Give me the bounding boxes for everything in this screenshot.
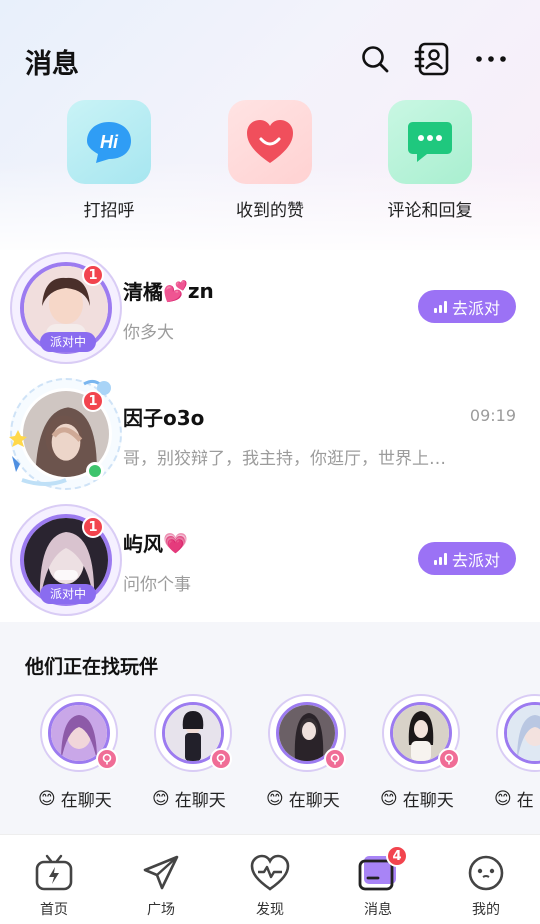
- conversation-row[interactable]: 派对中 1 清橘 💕 zn 你多大 去派对: [0, 244, 540, 370]
- go-party-button[interactable]: 去派对: [418, 290, 516, 323]
- section-title: 他们正在找玩伴: [25, 656, 159, 678]
- face-icon: [464, 851, 508, 895]
- quick-action-label: 打招呼: [83, 201, 135, 221]
- chat-status: 😊 在聊天: [380, 786, 482, 812]
- search-icon[interactable]: [356, 40, 394, 78]
- playmate-item[interactable]: 😊 在: [494, 694, 540, 812]
- smile-emoji-icon: 😊: [494, 788, 512, 809]
- contact-name: 因子o3o: [123, 406, 205, 430]
- svg-text:Hi: Hi: [100, 132, 119, 152]
- quick-action-comments[interactable]: 评论和回复: [370, 100, 490, 221]
- location-pin-icon: [438, 748, 460, 770]
- tab-square[interactable]: 广场: [121, 851, 201, 919]
- tab-label: 我的: [472, 902, 500, 918]
- go-party-label: 去派对: [451, 298, 500, 318]
- audio-bars-icon: [433, 300, 447, 313]
- message-time: 09:19: [469, 406, 516, 425]
- tab-label: 首页: [40, 902, 68, 918]
- quick-action-label: 评论和回复: [387, 201, 473, 221]
- avatar[interactable]: 1: [9, 378, 122, 490]
- party-status-tag: 派对中: [40, 332, 96, 352]
- status-label: 在: [516, 791, 534, 811]
- tab-label: 消息: [364, 902, 392, 918]
- message-preview: 问你个事: [123, 575, 191, 595]
- contact-name-suffix: zn: [187, 278, 214, 303]
- unread-badge: 1: [82, 390, 104, 412]
- conversation-row[interactable]: 1 因子o3o 09:19 哥，别狡辩了，我主持，你逛厅，世界上最远的距离: [0, 370, 540, 496]
- tab-label: 广场: [147, 902, 175, 918]
- chat-status: 😊 在聊天: [152, 786, 254, 812]
- playmate-item[interactable]: 😊 在聊天: [266, 694, 368, 812]
- status-label: 在聊天: [402, 791, 454, 811]
- status-label: 在聊天: [174, 791, 226, 811]
- party-status-tag: 派对中: [40, 584, 96, 604]
- message-icon: 4: [356, 845, 408, 895]
- go-party-label: 去派对: [451, 550, 500, 570]
- smile-emoji-icon: 😊: [380, 788, 398, 809]
- message-preview: 哥，别狡辩了，我主持，你逛厅，世界上最远的距离: [123, 449, 453, 469]
- online-indicator: [86, 462, 104, 480]
- avatar: [40, 694, 118, 772]
- bottom-tab-bar: 首页 广场 发现 4 消息 我的: [0, 834, 540, 924]
- contact-name-text: 清橘: [123, 280, 163, 304]
- smile-emoji-icon: 😊: [266, 788, 284, 809]
- tab-home[interactable]: 首页: [14, 851, 94, 919]
- page-title: 消息: [25, 49, 79, 80]
- smile-emoji-icon: 😊: [152, 788, 170, 809]
- hi-bubble-icon: Hi: [67, 100, 151, 184]
- heart-emoji-icon: 💗: [163, 530, 188, 555]
- playmate-item[interactable]: 😊 在聊天: [152, 694, 254, 812]
- conversation-row[interactable]: 派对中 1 屿风 💗 问你个事 去派对: [0, 496, 540, 622]
- avatar: [268, 694, 346, 772]
- location-pin-icon: [210, 748, 232, 770]
- quick-actions: Hi 打招呼 收到的赞 评论和回复: [0, 100, 540, 230]
- contact-name: 清橘 💕 zn: [123, 276, 214, 305]
- status-label: 在聊天: [60, 791, 112, 811]
- chat-status: 😊 在: [494, 786, 540, 812]
- smile-emoji-icon: 😊: [38, 788, 56, 809]
- contact-name: 屿风 💗: [123, 528, 188, 557]
- location-pin-icon: [96, 748, 118, 770]
- chat-status: 😊 在聊天: [266, 786, 368, 812]
- avatar[interactable]: 派对中 1: [10, 504, 122, 616]
- heart-icon: [228, 100, 312, 184]
- avatar: [382, 694, 460, 772]
- message-preview: 你多大: [123, 323, 174, 343]
- avatar[interactable]: 派对中 1: [10, 252, 122, 364]
- location-pin-icon: [324, 748, 346, 770]
- header: 消息: [0, 0, 540, 100]
- hearts-emoji-icon: 💕: [163, 278, 188, 303]
- unread-badge: 1: [82, 264, 104, 286]
- avatar-frame-decoration-icon: [9, 379, 111, 486]
- tab-label: 发现: [256, 902, 284, 918]
- tab-me[interactable]: 我的: [446, 851, 526, 919]
- seeking-playmates-section: 他们正在找玩伴 😊 在聊天 😊 在聊天 😊 在聊天 😊 在聊天 😊 在: [0, 622, 540, 834]
- playmate-item[interactable]: 😊 在聊天: [38, 694, 140, 812]
- tab-messages[interactable]: 4 消息: [338, 845, 418, 919]
- quick-action-label: 收到的赞: [236, 201, 304, 221]
- chat-status: 😊 在聊天: [38, 786, 140, 812]
- contacts-icon[interactable]: [413, 40, 451, 78]
- playmate-item[interactable]: 😊 在聊天: [380, 694, 482, 812]
- avatar-photo: [504, 702, 540, 764]
- status-label: 在聊天: [288, 791, 340, 811]
- unread-badge: 1: [82, 516, 104, 538]
- contact-name-text: 屿风: [123, 532, 163, 556]
- quick-action-say-hi[interactable]: Hi 打招呼: [49, 100, 169, 221]
- more-icon[interactable]: [472, 40, 510, 78]
- audio-bars-icon: [433, 552, 447, 565]
- comment-icon: [388, 100, 472, 184]
- paper-plane-icon: [139, 851, 183, 895]
- quick-action-likes[interactable]: 收到的赞: [210, 100, 330, 221]
- unread-badge: 4: [386, 845, 408, 867]
- home-tv-icon: [32, 851, 76, 895]
- heartbeat-icon: [248, 851, 292, 895]
- avatar: [496, 694, 540, 772]
- avatar: [154, 694, 232, 772]
- tab-discover[interactable]: 发现: [230, 851, 310, 919]
- go-party-button[interactable]: 去派对: [418, 542, 516, 575]
